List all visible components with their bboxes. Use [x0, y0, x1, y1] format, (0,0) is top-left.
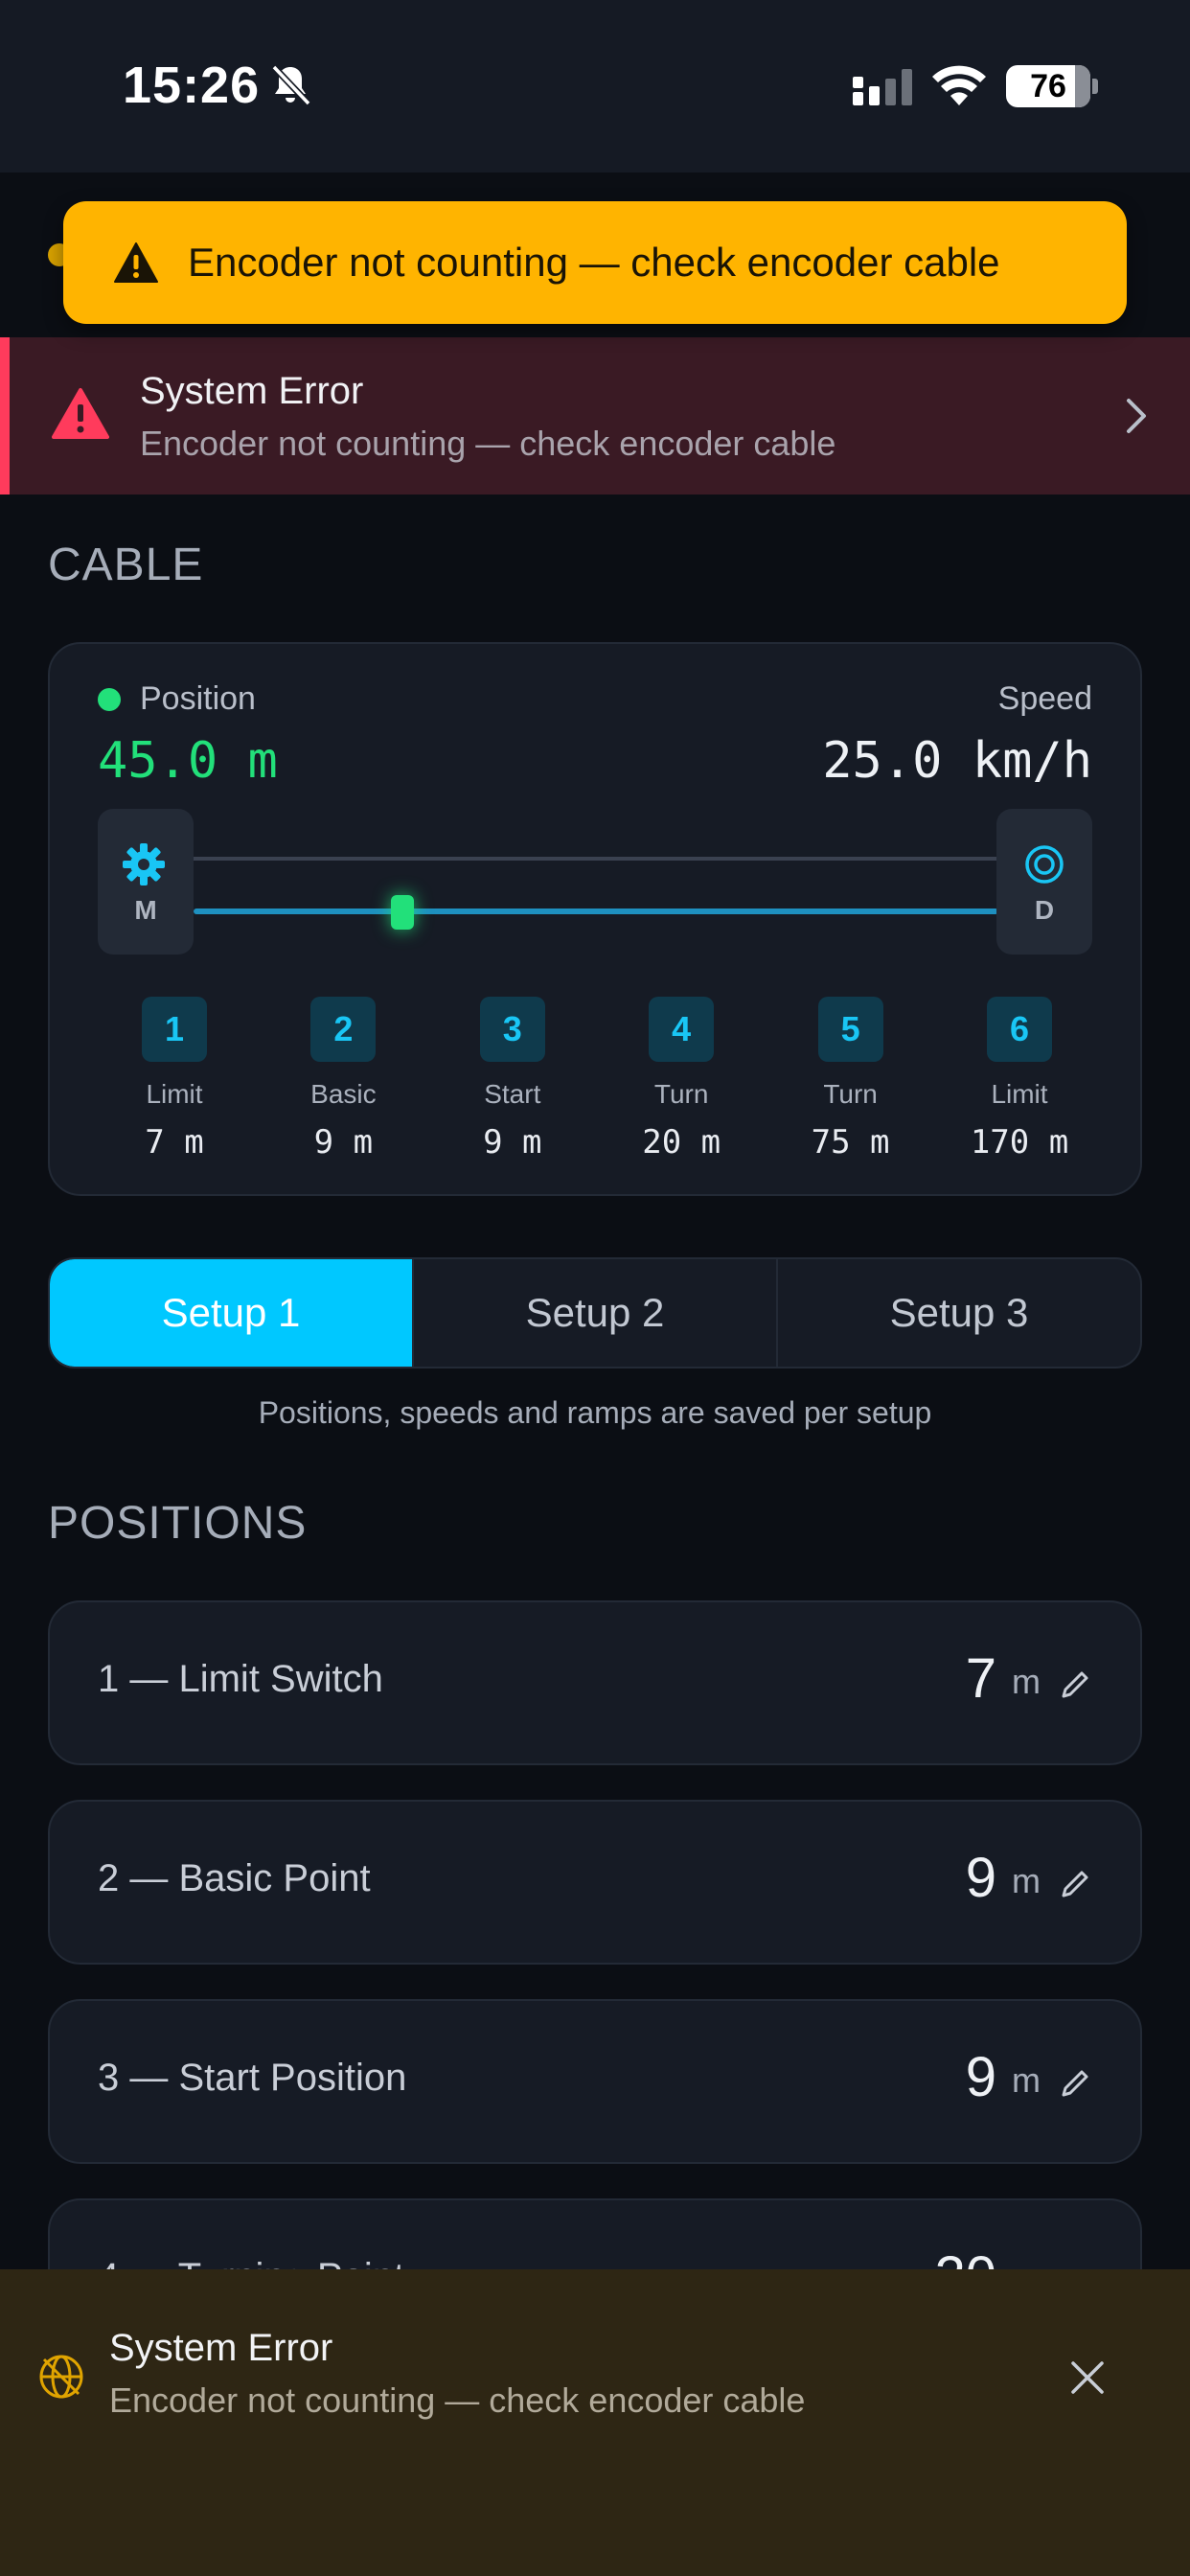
position-value: 45.0 m — [98, 732, 278, 790]
setup-caption: Positions, speeds and ramps are saved pe… — [258, 1395, 932, 1430]
position-row-unit: m — [1012, 1861, 1041, 1900]
status-time: 15:26 — [123, 57, 261, 114]
marker-5[interactable]: 5 Turn 75 m — [784, 997, 918, 1162]
motor-station[interactable]: M — [98, 809, 194, 954]
speed-value: 25.0 km/h — [822, 732, 1092, 790]
system-error-banner[interactable]: System Error Encoder not counting — chec… — [0, 337, 1190, 494]
marker-distance: 170 m — [970, 1123, 1069, 1162]
warning-toast[interactable]: Encoder not counting — check encoder cab… — [63, 201, 1127, 324]
speed-label: Speed — [997, 680, 1092, 717]
status-bar: 15:26 76 — [0, 0, 1190, 172]
wifi-icon — [932, 65, 986, 105]
drive-station[interactable]: D — [996, 809, 1092, 954]
tab-setup-2[interactable]: Setup 2 — [412, 1259, 776, 1367]
sheet-message: Encoder not counting — check encoder cab… — [109, 2380, 806, 2420]
marker-number-badge: 2 — [310, 997, 377, 1062]
marker-3[interactable]: 3 Start 9 m — [446, 997, 580, 1162]
marker-distance: 75 m — [811, 1123, 890, 1162]
marker-name: Limit — [991, 1079, 1048, 1109]
gear-icon — [123, 843, 165, 886]
chevron-right-icon — [1127, 399, 1146, 433]
position-row-2[interactable]: 2 — Basic Point 9 m — [48, 1800, 1142, 1965]
marker-number-badge: 1 — [142, 997, 207, 1062]
error-message: Encoder not counting — check encoder cab… — [140, 424, 836, 463]
marker-distance: 9 m — [313, 1123, 374, 1162]
warning-globe-icon — [39, 2355, 83, 2399]
marker-2[interactable]: 2 Basic 9 m — [276, 997, 410, 1162]
marker-distance: 20 m — [642, 1123, 721, 1162]
positions-heading: POSITIONS — [48, 1498, 308, 1549]
edit-pencil-icon[interactable] — [1058, 1867, 1092, 1901]
marker-number-badge: 4 — [649, 997, 715, 1062]
cable-return-line — [194, 857, 998, 861]
marker-name: Start — [484, 1079, 541, 1109]
cellular-signal-icon — [853, 69, 912, 105]
position-row-value: 9 — [965, 1847, 996, 1909]
target-icon — [1025, 845, 1064, 884]
position-row-label: 2 — Basic Point — [98, 1857, 371, 1899]
warning-triangle-icon — [114, 242, 158, 283]
tab-setup-1[interactable]: Setup 1 — [50, 1259, 412, 1367]
marker-name: Basic — [310, 1079, 377, 1109]
cable-card: Position 45.0 m Speed 25.0 km/h M D 1 Li… — [48, 642, 1142, 1196]
position-row-label: 1 — Limit Switch — [98, 1658, 383, 1700]
position-markers: 1 Limit 7 m 2 Basic 9 m 3 Start 9 m 4 Turn 20 m 5 Tur… — [98, 997, 1096, 1169]
marker-6[interactable]: 6 Limit 170 m — [952, 997, 1087, 1162]
position-row-value: 7 — [965, 1647, 996, 1710]
marker-name: Limit — [146, 1079, 203, 1109]
sheet-title: System Error — [109, 2327, 333, 2369]
trolley-indicator — [391, 895, 415, 930]
cable-heading: CABLE — [48, 540, 204, 590]
edit-pencil-icon[interactable] — [1058, 1668, 1092, 1702]
marker-4[interactable]: 4 Turn 20 m — [614, 997, 748, 1162]
marker-number-badge: 5 — [817, 997, 883, 1062]
marker-distance: 9 m — [483, 1123, 542, 1162]
drive-label: D — [1034, 895, 1055, 925]
position-row-value: 9 — [965, 2046, 996, 2108]
position-label: Position — [140, 680, 256, 717]
position-row-unit: m — [1012, 2060, 1041, 2100]
close-icon[interactable] — [1065, 2356, 1110, 2400]
edit-pencil-icon[interactable] — [1058, 2066, 1092, 2101]
setup-tabs: Setup 1 Setup 2 Setup 3 — [48, 1257, 1142, 1368]
error-title: System Error — [140, 370, 364, 412]
battery-indicator: 76 — [1006, 65, 1090, 107]
error-bottom-sheet: System Error Encoder not counting — chec… — [0, 2269, 1190, 2576]
position-status-dot — [98, 688, 121, 711]
marker-name: Turn — [823, 1079, 878, 1109]
error-triangle-icon — [52, 388, 109, 439]
marker-1[interactable]: 1 Limit 7 m — [107, 997, 241, 1162]
position-row-3[interactable]: 3 — Start Position 9 m — [48, 1999, 1142, 2164]
motor-label: M — [134, 895, 157, 925]
battery-level: 76 — [1030, 68, 1066, 104]
marker-number-badge: 3 — [479, 997, 545, 1062]
position-row-label: 3 — Start Position — [98, 2057, 407, 2099]
marker-name: Turn — [653, 1079, 709, 1109]
position-row-1[interactable]: 1 — Limit Switch 7 m — [48, 1600, 1142, 1765]
bell-muted-icon — [271, 64, 311, 106]
marker-number-badge: 6 — [987, 997, 1052, 1062]
position-row-unit: m — [1012, 1662, 1041, 1701]
battery-cap — [1092, 79, 1098, 94]
cable-track — [194, 908, 998, 914]
marker-distance: 7 m — [145, 1123, 204, 1162]
tab-setup-3[interactable]: Setup 3 — [776, 1259, 1140, 1367]
toast-message: Encoder not counting — check encoder cab… — [188, 240, 1000, 285]
